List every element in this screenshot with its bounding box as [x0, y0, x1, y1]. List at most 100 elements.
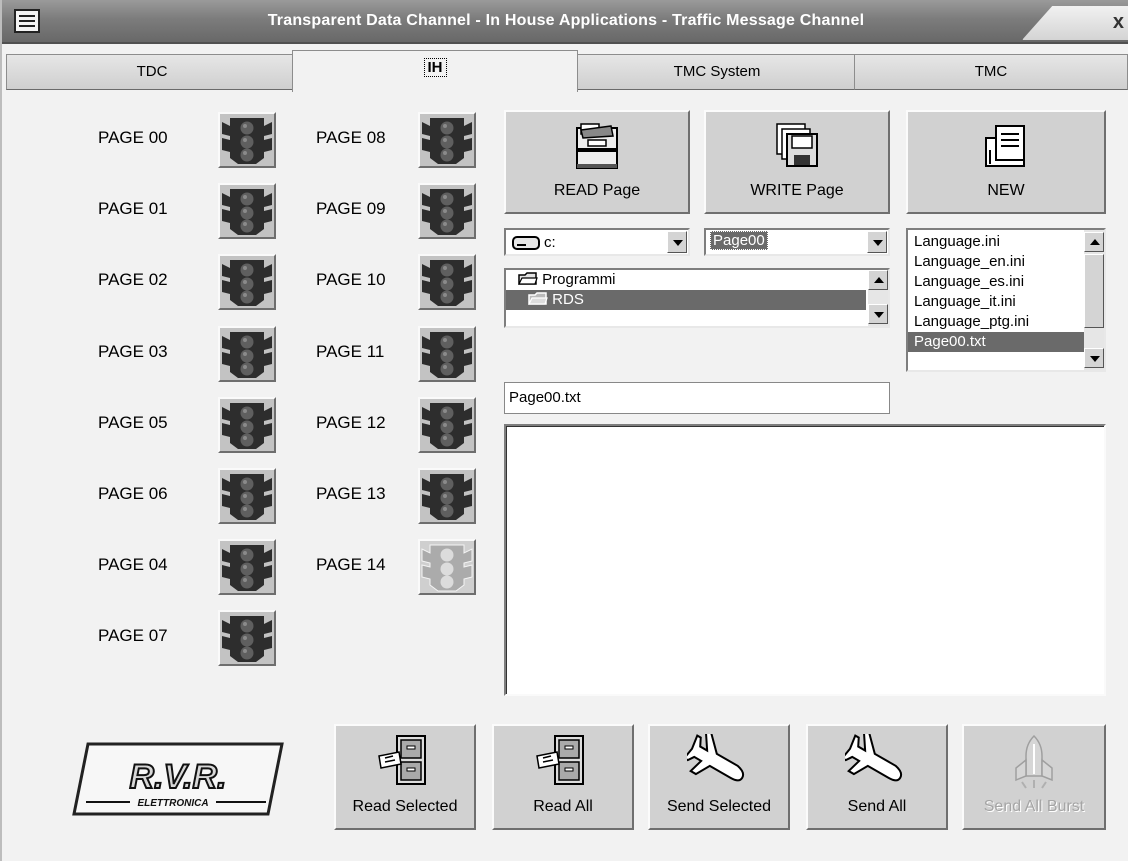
page-04-status-button[interactable] — [218, 539, 276, 595]
tab-label: TMC — [974, 63, 1008, 80]
folder-item-rds[interactable]: RDS — [506, 290, 866, 310]
scroll-thumb[interactable] — [1084, 254, 1104, 328]
file-item[interactable]: Page00.txt — [908, 332, 1084, 352]
traffic-light-icon — [222, 474, 272, 520]
new-button[interactable]: NEW — [906, 110, 1106, 214]
button-label: Send Selected — [666, 798, 772, 815]
read-selected-button[interactable]: Read Selected — [334, 724, 476, 830]
chevron-down-icon[interactable] — [667, 231, 687, 253]
page-12-status-button[interactable] — [418, 397, 476, 453]
folder-item-programmi[interactable]: Programmi — [506, 270, 888, 290]
drive-select[interactable]: c: — [504, 228, 690, 256]
button-label: READ Page — [553, 182, 641, 199]
page-09-status-button[interactable] — [418, 183, 476, 239]
scroll-down-button[interactable] — [868, 304, 888, 324]
traffic-light-icon — [222, 189, 272, 235]
traffic-light-icon — [422, 260, 472, 306]
file-item[interactable]: Language.ini — [908, 232, 1084, 252]
file-list-scrollbar[interactable] — [1084, 230, 1104, 370]
file-item[interactable]: Language_es.ini — [908, 272, 1084, 292]
tab-ih[interactable]: IH — [292, 50, 578, 92]
traffic-light-icon — [422, 403, 472, 449]
button-label: Read Selected — [352, 798, 458, 815]
page-label: PAGE 14 — [316, 555, 386, 574]
folder-label: RDS — [552, 291, 584, 308]
tab-tmc[interactable]: TMC — [854, 54, 1128, 90]
page-05-status-button[interactable] — [218, 397, 276, 453]
tab-strip: TDC IH TMC System TMC — [2, 50, 1128, 92]
page-label: PAGE 08 — [316, 128, 386, 147]
file-list[interactable]: Language.ini Language_en.ini Language_es… — [906, 228, 1106, 372]
cabinet-icon — [378, 735, 426, 785]
page-00-status-button[interactable] — [218, 112, 276, 168]
traffic-light-icon — [222, 332, 272, 378]
page-label: PAGE 11 — [316, 342, 385, 361]
chevron-down-icon[interactable] — [867, 231, 887, 253]
filename-value: Page00.txt — [509, 389, 581, 406]
page-08-status-button[interactable] — [418, 112, 476, 168]
traffic-light-icon — [222, 403, 272, 449]
shuttle-icon — [1015, 734, 1053, 789]
file-item[interactable]: Language_ptg.ini — [908, 312, 1084, 332]
traffic-light-disabled-icon — [421, 544, 473, 592]
file-cabinet-open-icon — [576, 123, 618, 169]
file-item[interactable]: Language_it.ini — [908, 292, 1084, 312]
title-bar[interactable]: Transparent Data Channel - In House Appl… — [2, 0, 1128, 44]
airplane-icon — [687, 734, 745, 782]
tab-label: TDC — [136, 63, 168, 80]
read-page-button[interactable]: READ Page — [504, 110, 690, 214]
send-all-button[interactable]: Send All — [806, 724, 948, 830]
page-06-status-button[interactable] — [218, 468, 276, 524]
page-10-status-button[interactable] — [418, 254, 476, 310]
file-item[interactable]: Language_en.ini — [908, 252, 1084, 272]
send-all-burst-button[interactable]: Send All Burst — [962, 724, 1106, 830]
page-03-status-button[interactable] — [218, 326, 276, 382]
svg-text:ELETTRONICA: ELETTRONICA — [137, 798, 208, 809]
page-label: PAGE 01 — [98, 199, 168, 218]
page-02-status-button[interactable] — [218, 254, 276, 310]
page-11-status-button[interactable] — [418, 326, 476, 382]
cabinet-icon — [536, 735, 584, 785]
page-label: PAGE 06 — [98, 484, 168, 503]
traffic-light-icon — [422, 332, 472, 378]
send-selected-button[interactable]: Send Selected — [648, 724, 790, 830]
page-label: PAGE 07 — [98, 626, 168, 645]
tab-tmc-system[interactable]: TMC System — [576, 54, 858, 90]
page-label: PAGE 02 — [98, 270, 168, 289]
folder-list-scrollbar[interactable] — [868, 270, 888, 326]
page-label: PAGE 10 — [316, 270, 386, 289]
traffic-light-icon — [222, 260, 272, 306]
page-label: PAGE 12 — [316, 413, 386, 432]
tdc-window: Transparent Data Channel - In House Appl… — [0, 0, 1128, 861]
button-label: Send All Burst — [983, 798, 1085, 815]
rvr-elettronica-logo: R.V.R. ELETTRONICA — [72, 738, 284, 818]
read-all-button[interactable]: Read All — [492, 724, 634, 830]
page-label: PAGE 13 — [316, 484, 386, 503]
page-name-value: Page00 — [710, 231, 768, 250]
open-folder-icon — [518, 272, 538, 285]
tab-label: IH — [423, 58, 447, 77]
button-label: Send All — [847, 798, 907, 815]
page-name-select[interactable]: Page00 — [704, 228, 890, 256]
folder-list[interactable]: Programmi RDS — [504, 268, 890, 328]
scroll-up-button[interactable] — [1084, 232, 1104, 252]
page-content-textarea[interactable] — [504, 424, 1106, 696]
page-label: PAGE 03 — [98, 342, 168, 361]
page-label: PAGE 05 — [98, 413, 168, 432]
page-14-status-button[interactable] — [418, 539, 476, 595]
page-13-status-button[interactable] — [418, 468, 476, 524]
folder-label: Programmi — [542, 271, 616, 288]
filename-field[interactable]: Page00.txt — [504, 382, 890, 414]
scroll-up-button[interactable] — [868, 270, 888, 290]
drive-icon — [512, 236, 540, 250]
tab-tdc[interactable]: TDC — [6, 54, 298, 90]
traffic-light-icon — [222, 545, 272, 591]
open-folder-icon — [528, 292, 548, 305]
write-page-button[interactable]: WRITE Page — [704, 110, 890, 214]
page-01-status-button[interactable] — [218, 183, 276, 239]
drive-value: c: — [544, 234, 556, 251]
page-07-status-button[interactable] — [218, 610, 276, 666]
scroll-down-button[interactable] — [1084, 348, 1104, 368]
button-label: NEW — [987, 182, 1025, 199]
close-icon: x — [1112, 11, 1124, 33]
